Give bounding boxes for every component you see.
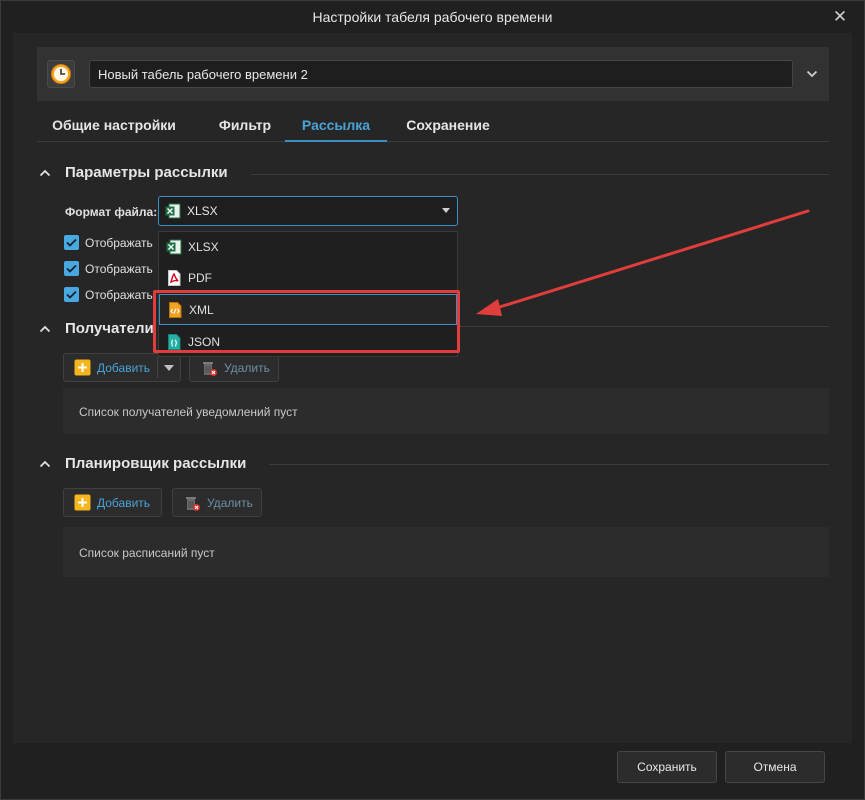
checkbox-1[interactable]	[64, 235, 79, 250]
checkbox-2[interactable]	[64, 261, 79, 276]
timesheet-name-input[interactable]	[89, 60, 793, 88]
recipients-list: Список получателей уведомлений пуст	[63, 388, 829, 434]
section-divider	[269, 464, 829, 465]
dialog-footer: Сохранить Отмена	[1, 743, 864, 799]
format-option-xlsx[interactable]: XLSX	[159, 232, 457, 262]
add-icon	[74, 494, 91, 511]
pdf-icon	[168, 270, 181, 286]
file-format-value: XLSX	[187, 204, 218, 218]
settings-dialog: Настройки табеля рабочего времени ✕ Общи…	[0, 0, 865, 800]
section-title-recipients: Получатели	[65, 320, 154, 337]
clock-icon	[47, 60, 75, 88]
add-schedule-button[interactable]: Добавить	[63, 488, 162, 517]
xml-icon	[169, 301, 182, 318]
dropdown-arrow-icon	[442, 208, 450, 213]
collapse-recipients-icon[interactable]	[38, 322, 52, 336]
delete-schedule-label: Удалить	[207, 495, 253, 510]
json-icon	[168, 334, 181, 350]
close-icon[interactable]: ✕	[830, 7, 850, 27]
tab-saving[interactable]: Сохранение	[399, 117, 497, 142]
format-option-pdf[interactable]: PDF	[159, 263, 457, 293]
checkbox-1-label: Отображать	[85, 236, 153, 250]
trash-delete-icon	[186, 496, 200, 511]
trash-delete-icon	[203, 361, 217, 376]
schedules-empty-text: Список расписаний пуст	[79, 546, 215, 560]
delete-recipient-label: Удалить	[224, 360, 270, 375]
title-bar: Настройки табеля рабочего времени ✕	[1, 1, 864, 33]
collapse-params-icon[interactable]	[38, 166, 52, 180]
tab-general-settings[interactable]: Общие настройки	[49, 117, 179, 142]
tab-bar: Общие настройки Фильтр Рассылка Сохранен…	[37, 109, 829, 142]
dialog-content: Общие настройки Фильтр Рассылка Сохранен…	[13, 33, 852, 743]
tab-mailing[interactable]: Рассылка	[285, 117, 387, 142]
delete-recipient-button[interactable]: Удалить	[189, 353, 279, 382]
delete-schedule-button[interactable]: Удалить	[172, 488, 262, 517]
add-icon	[74, 359, 91, 376]
schedules-list: Список расписаний пуст	[63, 527, 829, 577]
section-divider	[251, 174, 829, 175]
file-format-combobox[interactable]: XLSX	[158, 196, 458, 226]
section-divider	[459, 326, 829, 327]
chevron-down-icon[interactable]	[803, 65, 821, 83]
window-title: Настройки табеля рабочего времени	[312, 9, 553, 25]
split-dropdown-arrow-icon[interactable]	[164, 365, 174, 371]
add-recipient-button[interactable]: Добавить	[63, 353, 181, 382]
checkbox-2-label: Отображать	[85, 262, 153, 276]
section-title-scheduler: Планировщик рассылки	[65, 455, 247, 472]
file-format-label: Формат файла:	[65, 205, 158, 219]
add-schedule-label: Добавить	[97, 495, 151, 510]
cancel-button[interactable]: Отмена	[725, 751, 825, 783]
format-option-json[interactable]: JSON	[159, 327, 457, 357]
checkbox-3[interactable]	[64, 287, 79, 302]
checkbox-3-label: Отображать	[85, 288, 153, 302]
excel-icon	[166, 239, 182, 255]
add-recipient-label: Добавить	[97, 360, 151, 375]
save-button[interactable]: Сохранить	[617, 751, 717, 783]
excel-icon	[165, 203, 181, 219]
recipients-empty-text: Список получателей уведомлений пуст	[79, 405, 298, 419]
header-panel	[37, 47, 829, 101]
file-format-dropdown-list: XLSX PDF XML JSON	[158, 231, 458, 357]
section-title-params: Параметры рассылки	[65, 164, 228, 181]
tab-filter[interactable]: Фильтр	[207, 117, 283, 142]
format-option-xml[interactable]: XML	[159, 294, 457, 325]
collapse-scheduler-icon[interactable]	[38, 457, 52, 471]
